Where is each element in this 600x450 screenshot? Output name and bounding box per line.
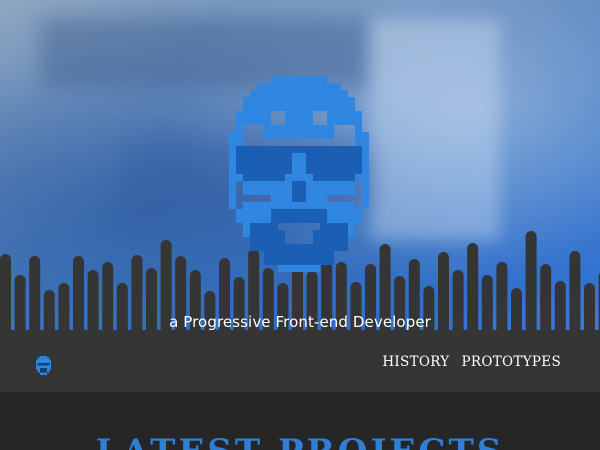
hero-tagline: a Progressive Front-end Developer — [169, 313, 431, 331]
hero-banner: a Progressive Front-end Developer HISTOR… — [0, 0, 600, 392]
latest-projects-section: LATEST PROJECTS — [0, 392, 600, 450]
nav-prototypes-link[interactable]: PROTOTYPES — [462, 354, 562, 370]
main-navigation: HISTORY PROTOTYPES — [382, 354, 561, 370]
nav-history-link[interactable]: HISTORY — [382, 354, 449, 370]
pixel-avatar-icon — [222, 76, 376, 272]
pixel-face-logo-icon[interactable] — [36, 356, 51, 375]
section-title: LATEST PROJECTS — [0, 432, 600, 450]
